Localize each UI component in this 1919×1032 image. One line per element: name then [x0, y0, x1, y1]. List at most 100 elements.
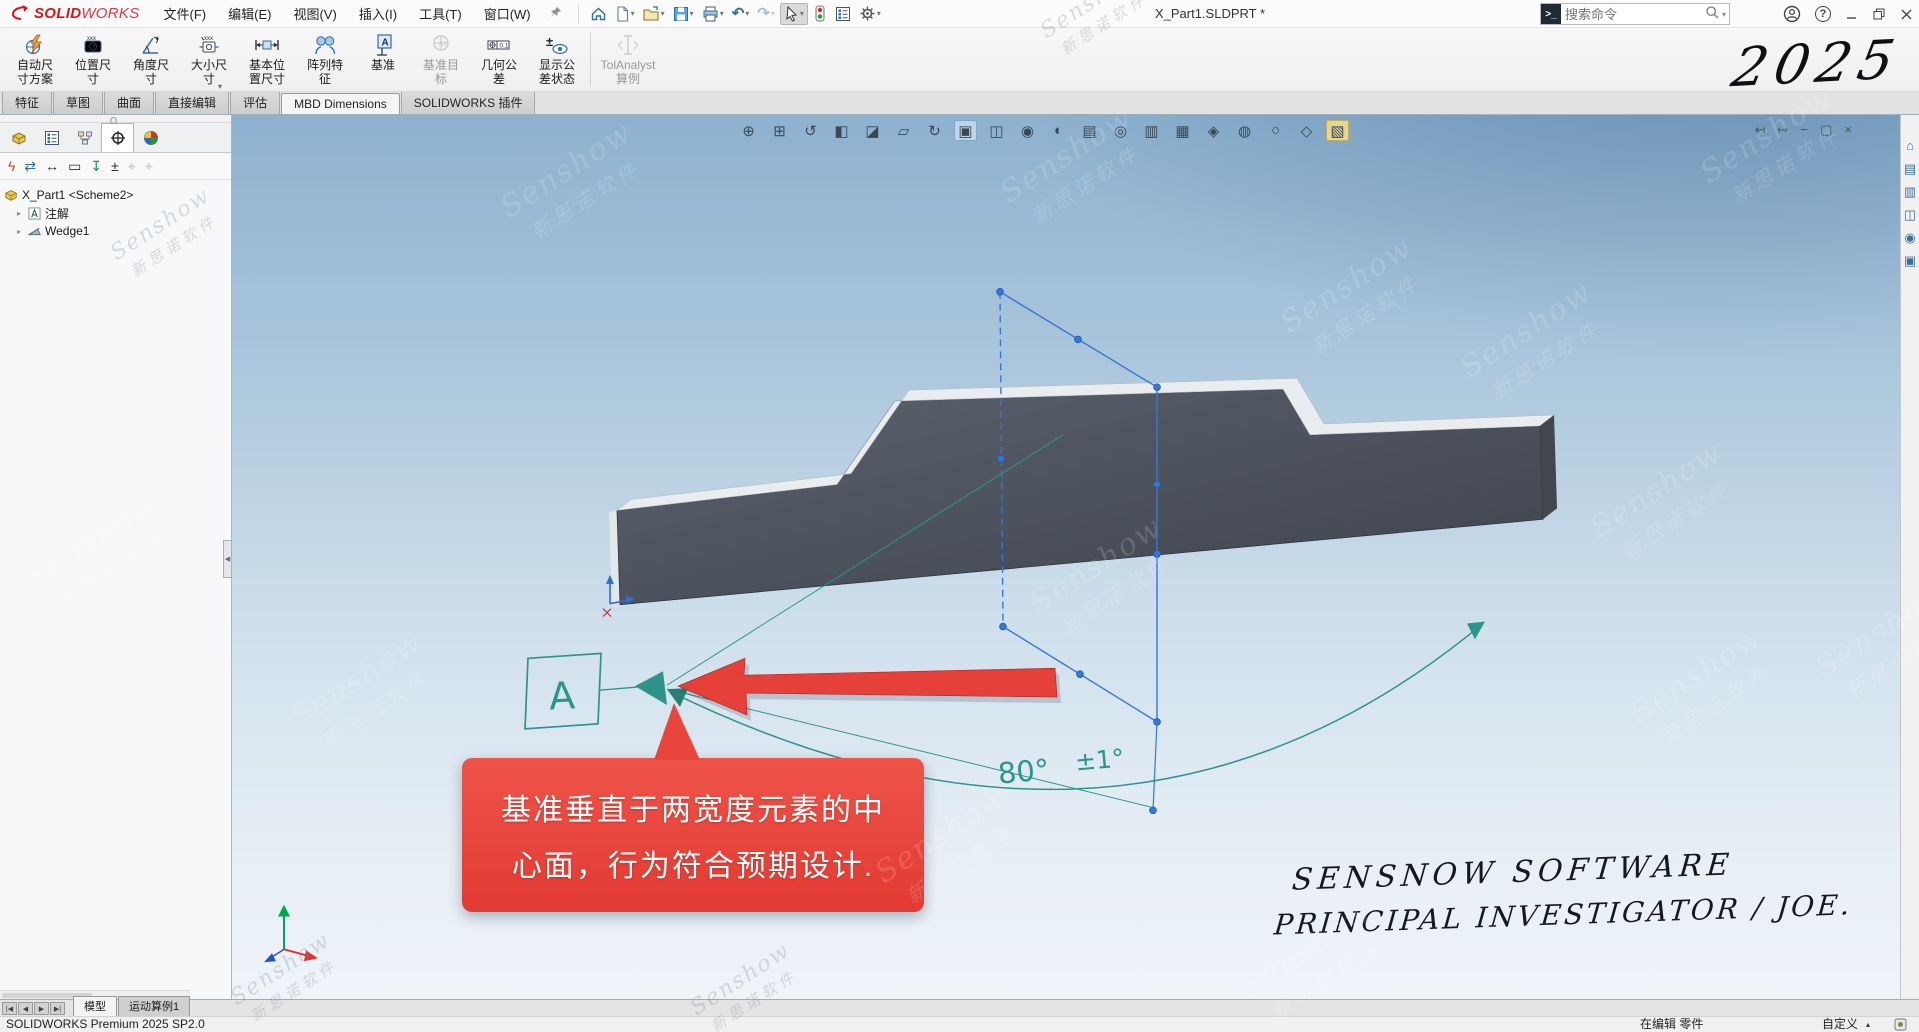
perspective-icon[interactable]: ◈ [1202, 120, 1225, 141]
tree-item-wedge1[interactable]: ▸ Wedge1 [4, 222, 231, 240]
undo-caret[interactable]: ▾ [745, 9, 749, 18]
open-caret[interactable]: ▾ [661, 9, 665, 18]
search-caret[interactable]: ▾ [1722, 10, 1729, 19]
menu-window[interactable]: 窗口(W) [474, 0, 541, 27]
menu-view[interactable]: 视图(V) [283, 0, 346, 27]
import-scheme-icon[interactable]: ↧ [90, 159, 102, 173]
restore-doc-icon[interactable]: ▢ [1820, 122, 1832, 138]
custom-properties-icon[interactable]: ▣ [1904, 254, 1916, 268]
undo-button[interactable]: ↶ ▾ [729, 4, 753, 24]
expand-caret-icon[interactable]: ▸ [14, 227, 24, 236]
panel-collapse-handle[interactable]: ◀ [223, 540, 232, 578]
options-caret[interactable]: ▾ [877, 9, 881, 18]
datum-feature-symbol[interactable]: A [525, 653, 667, 728]
size-dimension-button[interactable]: xxx 大小尺寸 [180, 28, 238, 91]
datum-target-button[interactable]: A1 基准目标 [412, 28, 470, 91]
mbd-capture-icon[interactable]: ▧ [1326, 120, 1349, 141]
hide-show-items-icon[interactable]: ◉ [1016, 120, 1039, 141]
tab-motion-study-1[interactable]: 运动算例1 [118, 996, 190, 1016]
rotate-view-icon[interactable]: ↻ [923, 120, 946, 141]
basic-location-dimension-button[interactable]: 基本位置尺寸 [238, 28, 296, 91]
zoom-to-area-icon[interactable]: ⊞ [768, 120, 791, 141]
appearances-icon[interactable]: ◉ [1904, 231, 1915, 245]
next-tab-button[interactable]: ▶ [34, 1002, 49, 1015]
document-properties-button[interactable] [832, 4, 854, 24]
dimension-tolerance[interactable]: ±1° [1074, 743, 1126, 776]
display-manager-tab[interactable] [134, 123, 167, 152]
part-right-end-face[interactable] [1540, 415, 1557, 519]
open-button[interactable]: ▾ [640, 4, 668, 24]
restore-button[interactable] [1872, 7, 1886, 21]
menu-edit[interactable]: 编辑(E) [218, 0, 281, 27]
units-selector[interactable]: 自定义 ▴ [1822, 1017, 1870, 1032]
dimension-value[interactable]: 80° [997, 752, 1051, 790]
menu-file[interactable]: 文件(F) [154, 0, 217, 27]
geometric-tolerance-button[interactable]: 0.1 几何公差 [470, 28, 528, 91]
apply-scene-icon[interactable]: ▤ [1078, 120, 1101, 141]
previous-view-icon[interactable]: ↺ [799, 120, 822, 141]
save-button[interactable]: ▾ [670, 4, 697, 24]
file-explorer-icon[interactable]: ▥ [1904, 185, 1916, 199]
task-pane-home-icon[interactable]: ⌂ [1906, 139, 1914, 153]
previous-window-icon[interactable]: ↤ [1755, 122, 1766, 138]
print-caret[interactable]: ▾ [720, 9, 724, 18]
auto-dimension-scheme-icon[interactable]: ϟ [8, 159, 15, 173]
home-button[interactable] [587, 4, 610, 24]
dynamic-annotation-views-icon[interactable]: ◪ [861, 120, 884, 141]
camera-icon[interactable]: ▦ [1171, 120, 1194, 141]
display-style-icon[interactable]: ◫ [985, 120, 1008, 141]
wedge-part-model[interactable] [609, 378, 1557, 606]
minimize-button[interactable] [1845, 8, 1858, 21]
feature-manager-tab[interactable] [2, 123, 35, 152]
menu-insert[interactable]: 插入(I) [349, 0, 407, 27]
units-caret-icon[interactable]: ▴ [1866, 1017, 1870, 1032]
previous-tab-button[interactable]: ◀ [18, 1002, 33, 1015]
shadows-icon[interactable]: ▥ [1140, 120, 1163, 141]
collaboration-status-icon[interactable] [1894, 1018, 1907, 1032]
save-caret[interactable]: ▾ [690, 9, 694, 18]
ambient-occlusion-icon[interactable]: ○ [1264, 120, 1287, 141]
location-dimension-icon[interactable]: ▭ [68, 159, 81, 173]
property-manager-tab[interactable] [35, 123, 68, 152]
configuration-manager-tab[interactable] [68, 123, 101, 152]
new-document-button[interactable]: ▾ [612, 4, 638, 24]
tab-mbd-dimensions[interactable]: MBD Dimensions [281, 93, 400, 114]
section-view-icon[interactable]: ◧ [830, 120, 853, 141]
account-button[interactable] [1783, 5, 1801, 23]
redo-button[interactable]: ↷ ▾ [754, 4, 778, 24]
select-tool-button[interactable]: ▾ [780, 3, 808, 25]
3d-drawing-view-icon[interactable]: ▱ [892, 120, 915, 141]
tolanalyst-study-button[interactable]: TolAnalyst算例 [595, 28, 661, 91]
auto-dimension-scheme-button[interactable]: 自动尺寸方案 [6, 28, 64, 91]
ribbon-expand-caret[interactable]: ▾ [218, 82, 222, 91]
panel-splitter-top[interactable] [0, 115, 231, 123]
edit-appearance-icon[interactable]: ◐ [1047, 120, 1070, 141]
last-tab-button[interactable]: ▶| [50, 1002, 65, 1015]
datum-scheme-icon[interactable]: ⇄ [24, 159, 36, 173]
options-button[interactable]: ▾ [856, 3, 884, 24]
tab-model[interactable]: 模型 [73, 996, 117, 1016]
show-tolerance-status-button[interactable]: ± 显示公差状态 [528, 28, 586, 91]
cartoon-icon[interactable]: ◍ [1233, 120, 1256, 141]
new-document-caret[interactable]: ▾ [631, 9, 635, 18]
view-orientation-icon[interactable]: ▣ [954, 120, 977, 141]
design-library-icon[interactable]: ▤ [1904, 162, 1916, 176]
datum-button[interactable]: A 基准 [354, 28, 412, 91]
tree-item-annotations[interactable]: ▸ 注解 [4, 204, 231, 222]
draft-analysis-icon[interactable]: ◇ [1295, 120, 1318, 141]
pin-menu-icon[interactable] [549, 6, 562, 22]
angle-dimension-button[interactable]: 角度尺寸 [122, 28, 180, 91]
close-button[interactable] [1900, 8, 1913, 21]
select-tool-caret[interactable]: ▾ [800, 9, 804, 18]
minimize-doc-icon[interactable]: − [1801, 122, 1809, 138]
help-button[interactable]: ? [1815, 6, 1831, 22]
first-tab-button[interactable]: |◀ [2, 1002, 17, 1015]
dimxpert-manager-tab[interactable] [101, 123, 134, 152]
command-search[interactable]: >_ ▾ [1540, 3, 1730, 25]
view-palette-icon[interactable]: ◫ [1904, 208, 1916, 222]
graphics-viewport[interactable]: 80° ±1° A [232, 115, 1900, 999]
tree-root-part[interactable]: X_Part1 <Scheme2> [4, 186, 231, 204]
rebuild-button[interactable] [810, 3, 830, 24]
datum-label[interactable]: A [548, 673, 576, 718]
tab-surfaces[interactable]: 曲面 [104, 90, 154, 114]
